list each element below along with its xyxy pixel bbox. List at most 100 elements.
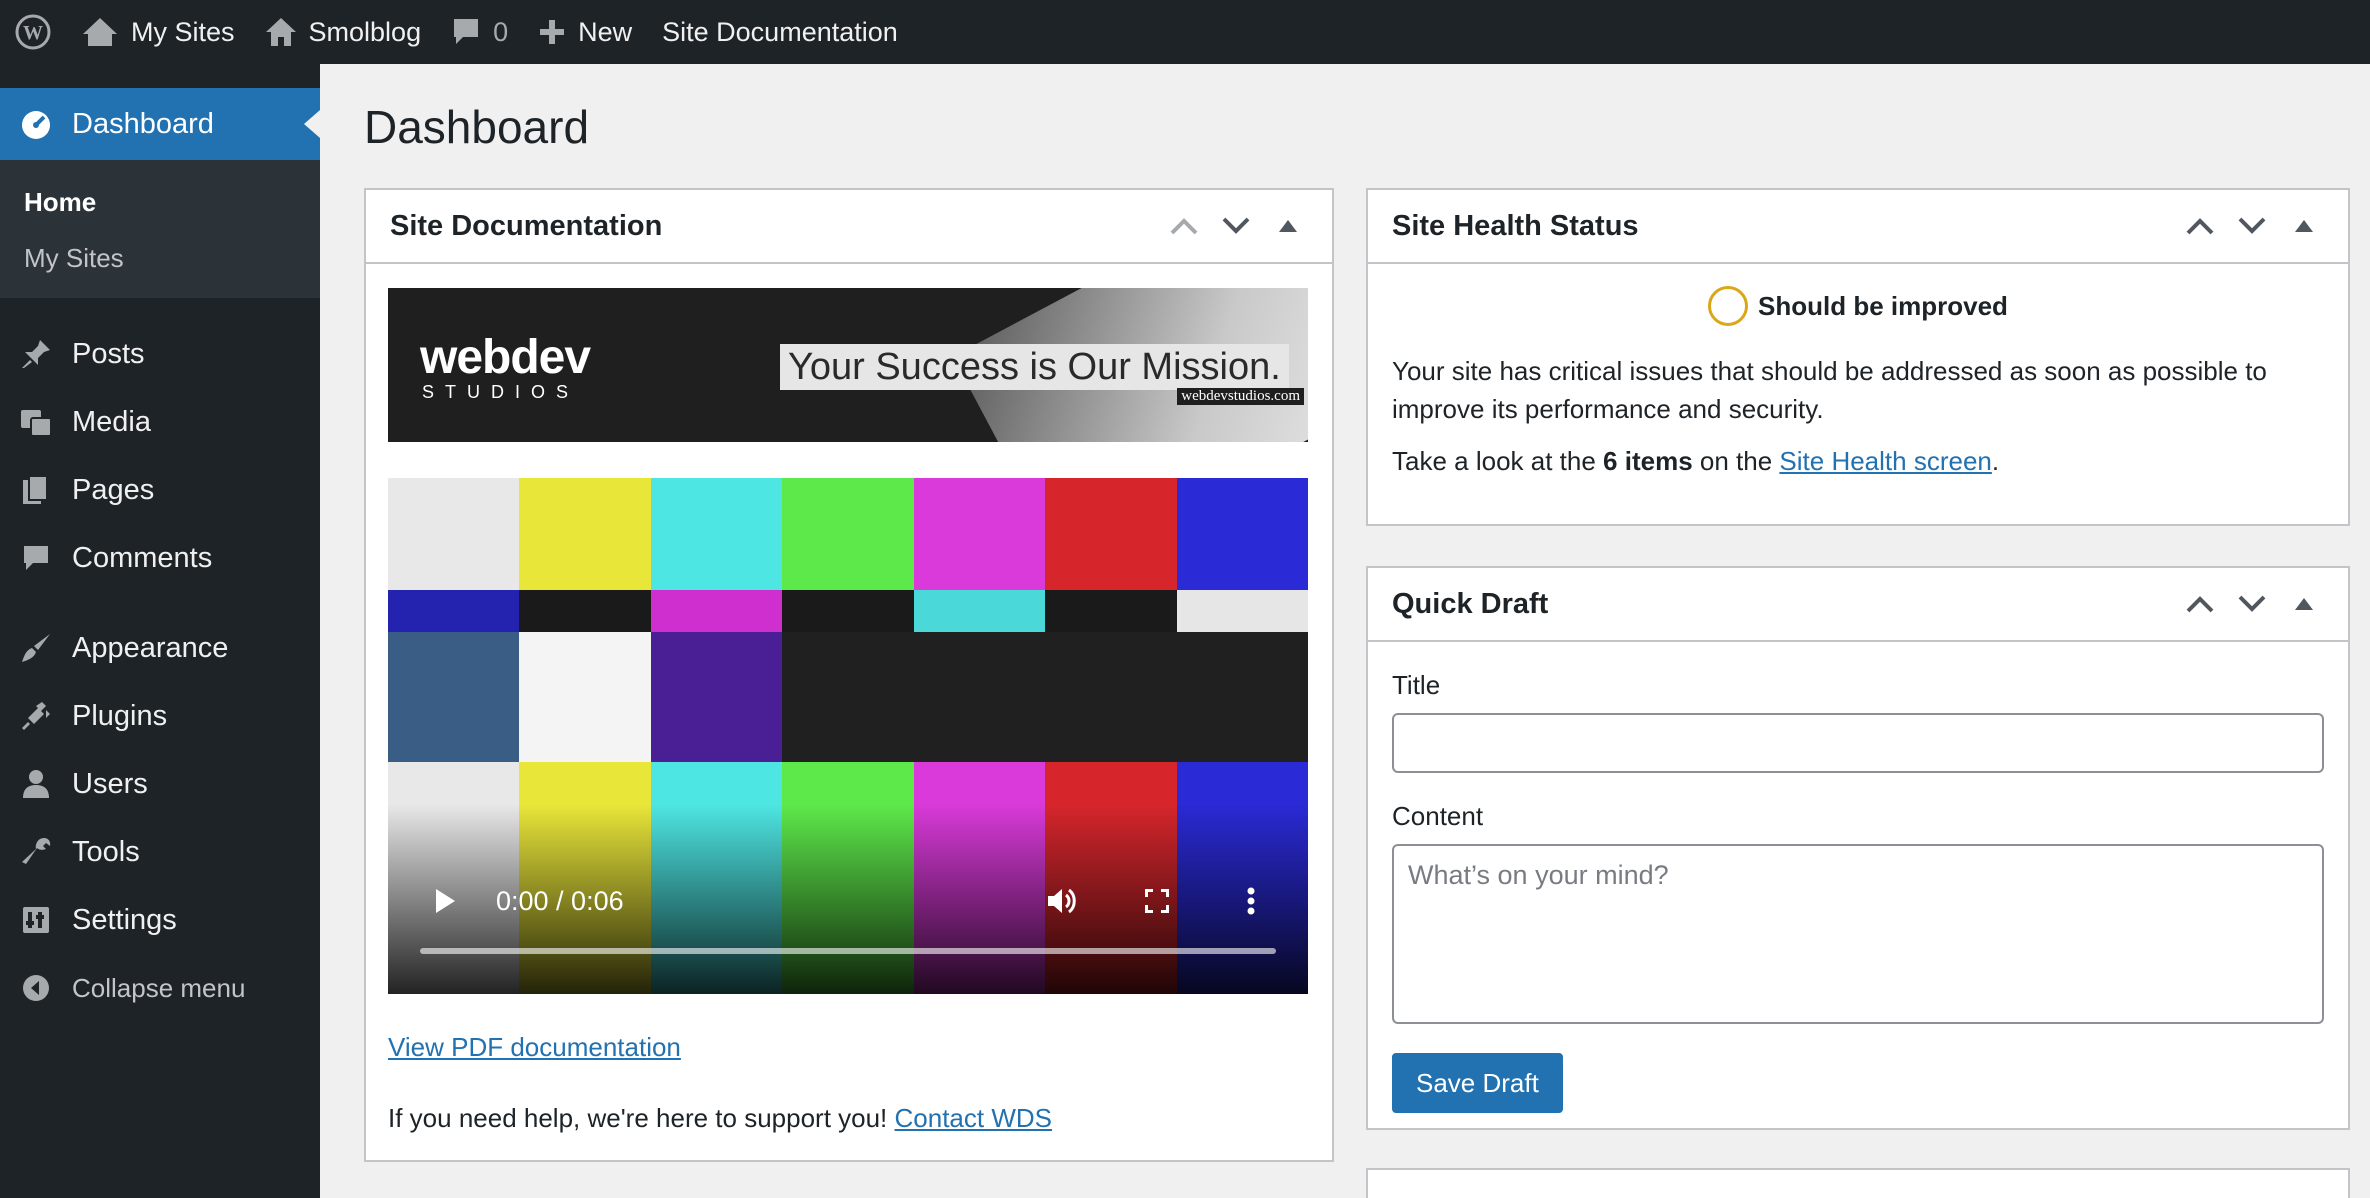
sidebar-item-plugins[interactable]: Plugins: [0, 682, 320, 750]
comments-menu[interactable]: 0: [436, 0, 523, 64]
triangle-up-icon: [2295, 220, 2313, 232]
submenu-home[interactable]: Home: [0, 174, 320, 230]
test-pattern-bar: [650, 478, 783, 590]
video-progress-bar[interactable]: [420, 948, 1276, 954]
wordpress-logo-icon[interactable]: W: [0, 0, 66, 64]
sidebar-item-label: Tools: [72, 835, 140, 868]
collapse-menu-button[interactable]: Collapse menu: [0, 954, 320, 1022]
draft-title-input[interactable]: [1392, 713, 2324, 773]
test-pattern-bar: [388, 590, 520, 632]
chevron-down-icon: [1222, 217, 1250, 234]
toggle-panel-button[interactable]: [1262, 201, 1314, 251]
test-pattern-bar: [388, 632, 520, 762]
fullscreen-button[interactable]: [1132, 876, 1182, 926]
health-items-prefix: Take a look at the: [1392, 446, 1596, 476]
test-pattern-bar: [913, 632, 1046, 762]
plus-icon: [540, 20, 565, 44]
site-documentation-widget: Site Documentation webdev STUDIOS Your S…: [364, 188, 1334, 1162]
move-down-button[interactable]: [1210, 201, 1262, 251]
sidebar-item-settings[interactable]: Settings: [0, 886, 320, 954]
banner-logo: webdev: [420, 331, 591, 384]
sidebar-item-pages[interactable]: Pages: [0, 456, 320, 524]
test-pattern-mid: [388, 590, 1308, 632]
move-down-button[interactable]: [2226, 579, 2278, 629]
site-documentation-link[interactable]: Site Documentation: [647, 0, 913, 64]
toggle-panel-button[interactable]: [2278, 201, 2330, 251]
wrench-icon: [18, 834, 54, 870]
draft-title-label: Title: [1392, 670, 1441, 700]
move-up-button[interactable]: [2174, 201, 2226, 251]
contact-wds-link[interactable]: Contact WDS: [895, 1103, 1053, 1133]
video-player[interactable]: 0:00 / 0:06: [388, 478, 1308, 994]
site-name-menu[interactable]: Smolblog: [250, 0, 437, 64]
test-pattern-bar: [1045, 590, 1177, 632]
volume-icon: [1048, 888, 1076, 914]
widget-header: Site Health Status: [1368, 190, 2348, 264]
sidebar-item-users[interactable]: Users: [0, 750, 320, 818]
sidebar-item-label: Users: [72, 767, 148, 800]
draft-content-textarea[interactable]: [1392, 844, 2324, 1024]
site-name-label: Smolblog: [308, 16, 422, 47]
sidebar-item-dashboard[interactable]: Dashboard: [0, 88, 320, 160]
collapse-arrow-icon: [18, 970, 54, 1006]
site-health-screen-link[interactable]: Site Health screen: [1779, 446, 1991, 476]
test-pattern-bar: [782, 590, 914, 632]
chevron-down-icon: [2238, 217, 2266, 234]
widget-title: Site Documentation: [390, 209, 663, 242]
health-status: Should be improved: [1392, 286, 2324, 326]
svg-text:W: W: [23, 22, 43, 44]
comment-bubble-icon: [454, 19, 479, 44]
new-content-menu[interactable]: New: [523, 0, 647, 64]
chevron-up-icon: [1170, 218, 1198, 235]
test-pattern-bar: [650, 590, 783, 632]
test-pattern-bar: [1176, 590, 1308, 632]
sidebar-item-posts[interactable]: Posts: [0, 320, 320, 388]
comments-icon: [18, 540, 54, 576]
health-description: Your site has critical issues that shoul…: [1392, 356, 2267, 424]
page-title: Dashboard: [364, 101, 590, 153]
video-controls: 0:00 / 0:06: [388, 876, 1308, 926]
more-options-button[interactable]: [1226, 876, 1276, 926]
test-pattern-low: [388, 632, 1308, 762]
test-pattern-bar: [1045, 478, 1177, 590]
sidebar-item-appearance[interactable]: Appearance: [0, 614, 320, 682]
banner-url: webdevstudios.com: [1177, 388, 1304, 405]
sidebar-item-tools[interactable]: Tools: [0, 818, 320, 886]
my-sites-menu[interactable]: My Sites: [66, 0, 250, 64]
toggle-panel-button[interactable]: [2278, 579, 2330, 629]
sidebar-item-media[interactable]: Media: [0, 388, 320, 456]
settings-icon: [18, 902, 54, 938]
pages-icon: [18, 472, 54, 508]
save-draft-button[interactable]: Save Draft: [1392, 1053, 1563, 1113]
test-pattern-bar: [388, 478, 520, 590]
health-items-text: Take a look at the 6 items on the Site H…: [1392, 446, 2324, 477]
play-icon: [436, 889, 455, 913]
help-text-label: If you need help, we're here to support …: [388, 1103, 888, 1133]
volume-button[interactable]: [1038, 876, 1088, 926]
widget-title: Site Health Status: [1392, 209, 1639, 242]
move-up-button[interactable]: [1158, 201, 1210, 251]
sidebar-item-comments[interactable]: Comments: [0, 524, 320, 592]
sidebar-item-label: Comments: [72, 541, 213, 574]
media-icon: [18, 404, 54, 440]
move-up-button[interactable]: [2174, 579, 2226, 629]
admin-bar: W My Sites Smolblog 0 New Site Documenta…: [0, 0, 2370, 64]
draft-content-label: Content: [1392, 801, 1484, 831]
test-pattern-bar: [519, 632, 651, 762]
submenu-my-sites[interactable]: My Sites: [0, 230, 320, 286]
triangle-up-icon: [2295, 598, 2313, 610]
health-items-count: 6 items: [1603, 446, 1693, 476]
health-items-mid: on the: [1699, 446, 1773, 476]
webdev-studios-banner: webdev STUDIOS Your Success is Our Missi…: [388, 288, 1308, 442]
test-pattern-bar: [913, 590, 1046, 632]
sidebar-item-label: Plugins: [72, 699, 168, 732]
play-button[interactable]: [420, 876, 470, 926]
my-sites-label: My Sites: [131, 16, 235, 47]
sidebar-item-label: Posts: [72, 337, 145, 370]
quick-draft-widget: Quick Draft Title Content Save Draft: [1366, 566, 2350, 1130]
move-down-button[interactable]: [2226, 201, 2278, 251]
help-text: If you need help, we're here to support …: [388, 1103, 1310, 1134]
view-pdf-link[interactable]: View PDF documentation: [388, 1032, 681, 1063]
dashboard-submenu: Home My Sites: [0, 160, 320, 298]
home-icon: [265, 18, 296, 46]
